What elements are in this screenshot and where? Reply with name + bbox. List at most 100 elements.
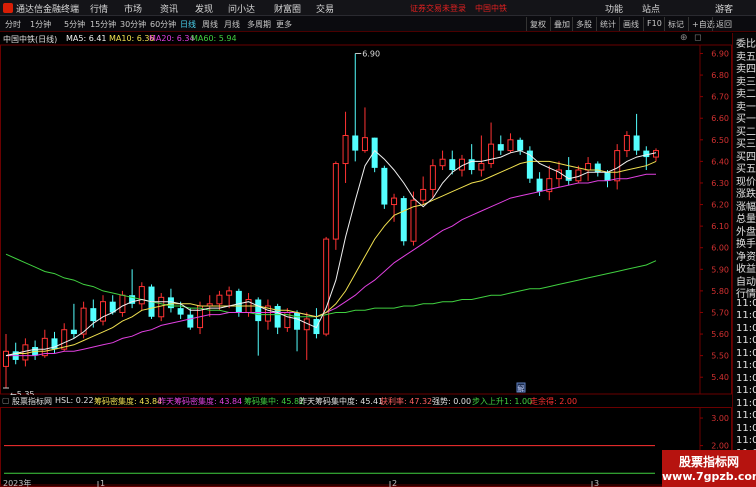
kline-chart[interactable]: 6.90 6.80 6.70 6.60 6.50 6.40 6.30 6.20 6.10 6.00…: [0, 33, 732, 395]
app-title: 通达信金融终端: [16, 5, 80, 15]
candle-body: [226, 290, 233, 296]
side-item[interactable]: 11:0: [736, 298, 756, 309]
candle-body: [352, 135, 359, 151]
hsl-label: HSL: 0.22: [55, 396, 94, 405]
candle-body: [177, 308, 184, 315]
y-tick-label: 6.40: [711, 157, 729, 166]
side-item[interactable]: 11:0: [736, 310, 756, 321]
candle-body: [216, 294, 223, 305]
side-item[interactable]: 11:0: [736, 373, 756, 384]
y-tick-label: 6.90: [711, 49, 729, 58]
chip-concentration-label: 筹码集中: 45.82: [244, 397, 305, 406]
menu-item-trade[interactable]: 交易: [316, 2, 334, 15]
candle-body: [119, 294, 126, 313]
strong-hold-label: 走余得: 2.00: [530, 397, 578, 406]
side-item[interactable]: 11:0: [736, 360, 756, 371]
chart-frame: [0, 44, 732, 395]
ma20-line: [6, 173, 656, 357]
period-tick[interactable]: 分时: [5, 19, 21, 30]
strength-label: 强势: 0.00: [432, 397, 472, 406]
y-tick-label: 5.60: [711, 330, 729, 339]
candle-body: [274, 305, 281, 328]
candle-body: [439, 158, 446, 167]
site-watermark: 股票指标网 www.7gpzb.com: [662, 450, 756, 487]
period-60min[interactable]: 60分钟: [150, 19, 176, 30]
side-item[interactable]: 11:0: [736, 385, 756, 396]
candle-body: [517, 139, 524, 151]
app-logo-icon: [3, 3, 13, 13]
menu-item-site[interactable]: 站点: [642, 2, 660, 15]
period-daily[interactable]: 日线: [180, 19, 196, 30]
candle-body: [585, 163, 592, 171]
candle-body: [381, 167, 388, 205]
sub-y-tick-label: 3.00: [711, 414, 729, 423]
side-item[interactable]: 11:0: [736, 435, 756, 446]
menu-item-wealth[interactable]: 财富圈: [274, 2, 301, 15]
side-item[interactable]: 11:0: [736, 348, 756, 359]
current-stock-name: 中国中铁: [475, 4, 507, 13]
candle-body: [167, 297, 174, 309]
y-tick-label: 5.40: [711, 373, 729, 382]
side-item[interactable]: 11:0: [736, 410, 756, 421]
adjust-button[interactable]: 复权: [526, 17, 548, 31]
candle-body: [70, 329, 77, 335]
login-notice[interactable]: 证券交易未登录: [410, 3, 466, 14]
draw-line-button[interactable]: 画线: [619, 17, 641, 31]
candle-body: [342, 134, 349, 165]
candle-body: [507, 139, 514, 152]
indicator-title[interactable]: 股票指标网: [12, 396, 52, 407]
multi-stock-button[interactable]: 多股: [572, 17, 594, 31]
month-label: 3: [594, 479, 599, 487]
candle-body: [420, 188, 427, 201]
period-5min[interactable]: 5分钟: [64, 19, 85, 30]
menu-item-guest[interactable]: 游客: [715, 2, 733, 15]
side-item[interactable]: 11:0: [736, 323, 756, 334]
candle-body: [604, 172, 611, 181]
profit-ratio-label: 获利率: 47.32: [380, 397, 433, 406]
period-30min[interactable]: 30分钟: [120, 19, 146, 30]
y-tick-label: 5.50: [711, 352, 729, 361]
period-multi[interactable]: 多周期: [247, 19, 271, 30]
candle-body: [488, 143, 495, 165]
y-tick-label: 5.90: [711, 265, 729, 274]
period-15min[interactable]: 15分钟: [90, 19, 116, 30]
y-tick-label: 6.30: [711, 179, 729, 188]
menu-item-discover[interactable]: 发现: [195, 2, 213, 15]
prev-chip-density-label: 昨天筹码密集度: 43.84: [158, 397, 243, 406]
period-toolbar: 分时 1分钟 5分钟 15分钟 30分钟 60分钟 日线 周线 月线 多周期 更…: [0, 16, 756, 32]
menu-item-market[interactable]: 行情: [90, 2, 108, 15]
side-item[interactable]: 11:0: [736, 335, 756, 346]
menu-item-markets[interactable]: 市场: [124, 2, 142, 15]
menu-item-assistant[interactable]: 问小达: [228, 2, 255, 15]
candle-body: [255, 299, 262, 322]
collapse-icon[interactable]: ▢: [2, 396, 10, 405]
side-item[interactable]: 11:0: [736, 398, 756, 409]
side-item[interactable]: 11:0: [736, 423, 756, 434]
period-1min[interactable]: 1分钟: [30, 19, 51, 30]
menu-item-functions[interactable]: 功能: [605, 2, 623, 15]
candle-body: [633, 135, 640, 151]
candle-body: [138, 286, 145, 305]
candle-body: [536, 178, 543, 192]
candle-body: [332, 163, 339, 240]
watermark-url: www.7gpzb.com: [662, 470, 756, 483]
overlay-button[interactable]: 叠加: [550, 17, 572, 31]
candle-body: [391, 197, 398, 206]
period-weekly[interactable]: 周线: [202, 19, 218, 30]
candle-body: [22, 344, 29, 361]
statistics-button[interactable]: 统计: [596, 17, 618, 31]
f10-button[interactable]: F10: [643, 17, 664, 31]
candle-body: [653, 150, 659, 158]
y-tick-label: 6.20: [711, 201, 729, 210]
chip-density-label: 筹码密集度: 43.84: [94, 397, 163, 406]
period-more[interactable]: 更多: [276, 19, 292, 30]
candle-body: [187, 314, 194, 328]
y-tick-label: 5.70: [711, 308, 729, 317]
menu-item-news[interactable]: 资讯: [160, 2, 178, 15]
indicator-chart[interactable]: 3.002.001.002023年123: [0, 407, 732, 487]
mark-button[interactable]: 标记: [664, 17, 686, 31]
candle-body: [158, 296, 165, 318]
back-button[interactable]: 返回: [712, 17, 734, 31]
period-monthly[interactable]: 月线: [224, 19, 240, 30]
high-price-label: 6.90: [362, 49, 380, 58]
